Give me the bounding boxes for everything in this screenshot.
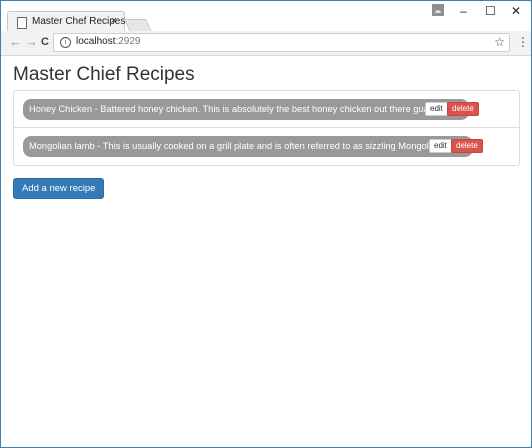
delete-button[interactable]: delete bbox=[451, 139, 483, 153]
list-item: Mongolian lamb - This is usually cooked … bbox=[14, 128, 519, 165]
recipe-name[interactable]: Honey Chicken - Battered honey chicken. … bbox=[23, 99, 469, 120]
browser-window: Master Chef Recipes × – ☐ ✕ ← → C i loca… bbox=[0, 0, 532, 448]
add-recipe-button[interactable]: Add a new recipe bbox=[13, 178, 105, 199]
url-port: :2929 bbox=[115, 36, 141, 47]
delete-button[interactable]: delete bbox=[447, 102, 479, 116]
page-title: Master Chief Recipes bbox=[13, 64, 195, 85]
reload-icon[interactable]: C bbox=[41, 35, 49, 49]
address-bar[interactable]: i localhost:2929 ☆ bbox=[53, 33, 510, 52]
profile-icon[interactable] bbox=[432, 4, 444, 16]
tab-master-chef-recipes[interactable]: Master Chef Recipes × bbox=[7, 11, 125, 33]
toolbar: ← → C i localhost:2929 ☆ ⋮ bbox=[1, 31, 531, 56]
tab-close-icon[interactable]: × bbox=[111, 15, 117, 27]
tab-strip: Master Chef Recipes × – ☐ ✕ bbox=[1, 1, 531, 33]
recipe-name[interactable]: Mongolian lamb - This is usually cooked … bbox=[23, 136, 473, 157]
edit-button[interactable]: edit bbox=[429, 139, 452, 153]
minimize-icon[interactable]: – bbox=[460, 4, 467, 18]
list-item: Honey Chicken - Battered honey chicken. … bbox=[14, 91, 519, 128]
page-icon bbox=[17, 17, 27, 29]
edit-button[interactable]: edit bbox=[425, 102, 448, 116]
menu-icon[interactable]: ⋮ bbox=[517, 36, 529, 48]
back-icon[interactable]: ← bbox=[9, 35, 22, 49]
recipe-list: Honey Chicken - Battered honey chicken. … bbox=[13, 90, 520, 166]
maximize-icon[interactable]: ☐ bbox=[485, 4, 496, 18]
page-content: Master Chief Recipes Honey Chicken - Bat… bbox=[1, 56, 531, 447]
info-icon[interactable]: i bbox=[60, 37, 71, 48]
url-text: localhost:2929 bbox=[76, 36, 141, 47]
url-host: localhost bbox=[76, 36, 116, 47]
bookmark-star-icon[interactable]: ☆ bbox=[494, 35, 505, 49]
close-window-icon[interactable]: ✕ bbox=[511, 4, 521, 18]
forward-icon[interactable]: → bbox=[25, 35, 38, 49]
